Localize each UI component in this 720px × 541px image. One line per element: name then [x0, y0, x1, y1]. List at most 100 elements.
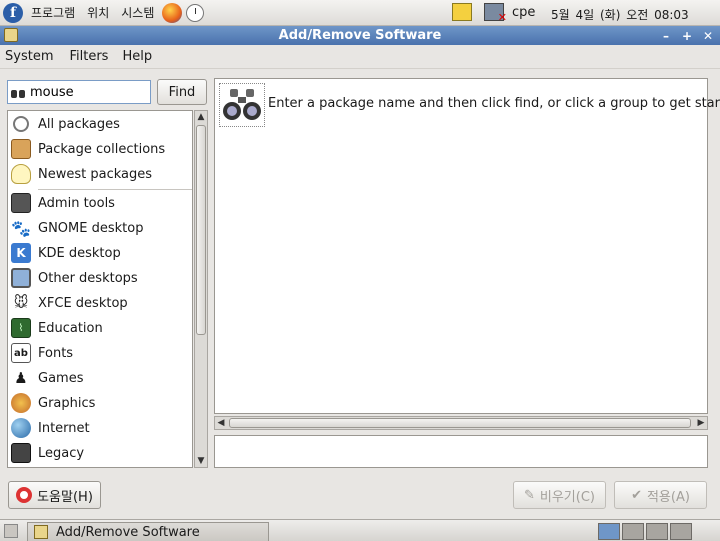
- group-item-gnome-desktop[interactable]: 🐾 GNOME desktop: [8, 216, 192, 240]
- apply-button-label: 적용(A): [646, 489, 690, 505]
- broom-icon: ✎: [523, 487, 535, 503]
- scroll-up-icon[interactable]: ▲: [195, 111, 207, 123]
- menu-help[interactable]: Help: [117, 49, 157, 64]
- group-item-legacy[interactable]: Legacy: [8, 441, 192, 465]
- group-item-fonts[interactable]: ab Fonts: [8, 341, 192, 365]
- group-item-graphics[interactable]: Graphics: [8, 391, 192, 415]
- firefox-icon[interactable]: [162, 2, 183, 23]
- desktop-icon: [11, 268, 31, 288]
- group-item-xfce-desktop[interactable]: 🐭 XFCE desktop: [8, 291, 192, 315]
- help-button-label: 도움말(H): [37, 489, 93, 505]
- group-item-admin-tools[interactable]: Admin tools: [8, 191, 192, 215]
- network-disconnected-icon[interactable]: [484, 3, 507, 24]
- group-label: KDE desktop: [38, 245, 121, 261]
- workspace-2[interactable]: [622, 523, 644, 540]
- start-hint: Enter a package name and then click find…: [268, 96, 720, 111]
- xfce-mouse-icon: 🐭: [13, 295, 29, 311]
- scroll-left-icon[interactable]: ◀: [215, 417, 227, 429]
- group-list: All packages Package collections Newest …: [7, 110, 193, 468]
- top-menu-system[interactable]: 시스템: [121, 4, 154, 21]
- app-icon: [34, 525, 48, 539]
- top-menu-places[interactable]: 위치: [87, 4, 109, 21]
- group-label: Legacy: [38, 445, 85, 461]
- gnome-foot-icon: 🐾: [11, 218, 31, 238]
- menu-filters[interactable]: Filters: [64, 49, 113, 64]
- package-description-pane: [214, 435, 708, 468]
- fonts-icon: ab: [11, 343, 31, 363]
- bottom-taskbar: Add/Remove Software: [0, 519, 720, 541]
- workspace-4[interactable]: [670, 523, 692, 540]
- app-icon[interactable]: [4, 28, 18, 42]
- workspace-1[interactable]: [598, 523, 620, 540]
- joystick-icon: ♟: [14, 369, 28, 387]
- education-icon: ⌇: [11, 318, 31, 338]
- window-titlebar[interactable]: Add/Remove Software – + ✕: [0, 26, 720, 45]
- kde-icon: K: [11, 243, 31, 263]
- group-label: GNOME desktop: [38, 220, 144, 236]
- binoculars-icon: [219, 83, 265, 127]
- lifebuoy-icon: [16, 487, 33, 503]
- scroll-right-icon[interactable]: ▶: [695, 417, 707, 429]
- menubar: System Filters Help: [0, 45, 720, 69]
- group-item-package-collections[interactable]: Package collections: [8, 137, 192, 161]
- group-item-internet[interactable]: Internet: [8, 416, 192, 440]
- help-button[interactable]: 도움말(H): [8, 481, 101, 509]
- group-item-other-desktops[interactable]: Other desktops: [8, 266, 192, 290]
- group-list-scrollbar[interactable]: ▲ ▼: [194, 110, 208, 468]
- group-item-education[interactable]: ⌇ Education: [8, 316, 192, 340]
- group-label: Other desktops: [38, 270, 138, 286]
- close-icon[interactable]: ✕: [700, 28, 716, 43]
- group-item-all-packages[interactable]: All packages: [8, 112, 192, 136]
- clock-launcher-icon[interactable]: [186, 3, 205, 22]
- package-results-pane[interactable]: Enter a package name and then click find…: [214, 78, 720, 414]
- window-title: Add/Remove Software: [278, 28, 442, 43]
- search-input[interactable]: [30, 84, 148, 100]
- user-name[interactable]: cpe: [512, 5, 535, 20]
- group-label: All packages: [38, 116, 120, 132]
- top-menu-applications[interactable]: 프로그램: [31, 4, 75, 21]
- taskbar-window-button[interactable]: Add/Remove Software: [27, 522, 269, 541]
- group-label: Newest packages: [38, 166, 153, 182]
- results-hscrollbar[interactable]: ◀ ▶: [214, 416, 708, 430]
- box-icon: [11, 139, 31, 159]
- group-label: Education: [38, 320, 103, 336]
- search-field[interactable]: [7, 80, 151, 104]
- menu-system[interactable]: System: [0, 49, 58, 64]
- group-label: Internet: [38, 420, 90, 436]
- workspace-3[interactable]: [646, 523, 668, 540]
- group-label: Fonts: [38, 345, 74, 361]
- checkmark-icon: ✔: [631, 487, 642, 503]
- scroll-thumb[interactable]: [196, 125, 206, 335]
- lock-icon: [11, 193, 31, 213]
- group-item-kde-desktop[interactable]: K KDE desktop: [8, 241, 192, 265]
- group-label: Package collections: [38, 141, 166, 157]
- group-label: Graphics: [38, 395, 96, 411]
- lightbulb-icon: [11, 164, 31, 184]
- find-button[interactable]: Find: [157, 79, 207, 105]
- palette-icon: [11, 393, 31, 413]
- group-label: Games: [38, 370, 84, 386]
- fedora-logo-icon[interactable]: f: [3, 2, 23, 23]
- notes-icon[interactable]: [452, 3, 472, 21]
- panel-clock[interactable]: 5월 4일 (화) 오전 08:03: [551, 6, 689, 23]
- group-item-newest-packages[interactable]: Newest packages: [8, 162, 192, 186]
- scroll-down-icon[interactable]: ▼: [195, 455, 207, 467]
- group-label: Admin tools: [38, 195, 115, 211]
- binoculars-icon: [11, 86, 26, 98]
- clear-button-label: 비우기(C): [539, 489, 595, 505]
- globe-icon: [11, 418, 31, 438]
- show-desktop-icon[interactable]: [4, 524, 18, 538]
- magnifier-icon: [13, 116, 29, 132]
- minimize-icon[interactable]: –: [658, 28, 674, 43]
- taskbar-window-label: Add/Remove Software: [56, 524, 200, 540]
- group-label: XFCE desktop: [38, 295, 128, 311]
- maximize-icon[interactable]: +: [679, 28, 695, 43]
- top-panel: f 프로그램 위치 시스템 cpe 5월 4일 (화) 오전 08:03: [0, 0, 720, 26]
- apply-button[interactable]: ✔ 적용(A): [614, 481, 707, 509]
- hscroll-thumb[interactable]: [229, 418, 691, 428]
- group-separator: [38, 189, 192, 190]
- clear-button[interactable]: ✎ 비우기(C): [513, 481, 606, 509]
- group-item-games[interactable]: ♟ Games: [8, 366, 192, 390]
- floppy-icon: [11, 443, 31, 463]
- workspace-switcher: [598, 523, 692, 540]
